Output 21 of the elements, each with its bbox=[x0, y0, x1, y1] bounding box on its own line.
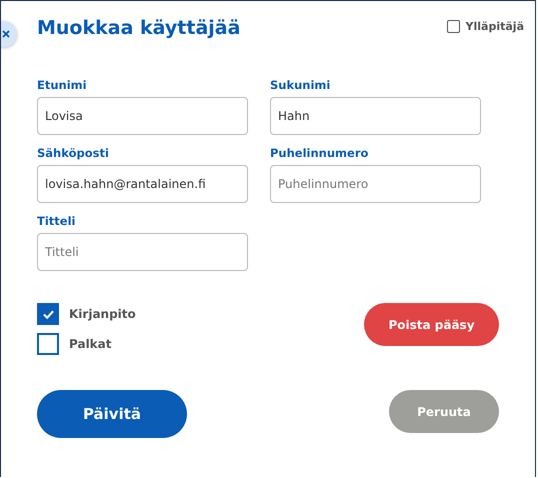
field-label: Etunimi bbox=[37, 78, 88, 92]
input-field[interactable]: Titteli bbox=[37, 233, 248, 271]
checkbox-label: Kirjanpito bbox=[69, 307, 136, 321]
checkbox[interactable] bbox=[37, 333, 59, 355]
dialog-title: Muokkaa käyttäjää bbox=[37, 17, 240, 39]
field-label: Titteli bbox=[37, 214, 76, 228]
field-label: Sähköposti bbox=[37, 146, 110, 160]
input-field[interactable]: Lovisa bbox=[37, 97, 248, 135]
remove-access-button[interactable]: Poista pääsy bbox=[364, 303, 499, 346]
admin-checkbox[interactable] bbox=[446, 20, 460, 33]
close-icon bbox=[2, 30, 10, 38]
input-field[interactable]: Hahn bbox=[270, 97, 481, 135]
checkbox-label: Ylläpitäjä bbox=[466, 20, 524, 33]
input-field[interactable]: Puhelinnumero bbox=[270, 165, 481, 203]
check-icon bbox=[42, 308, 54, 320]
checkbox-label: Palkat bbox=[69, 337, 112, 351]
input-field[interactable]: lovisa.hahn@rantalainen.fi bbox=[37, 165, 248, 203]
checkbox[interactable] bbox=[37, 303, 59, 325]
field-label: Puhelinnumero bbox=[270, 146, 370, 160]
update-button[interactable]: Päivitä bbox=[37, 390, 187, 438]
field-label: Sukunimi bbox=[270, 78, 332, 92]
